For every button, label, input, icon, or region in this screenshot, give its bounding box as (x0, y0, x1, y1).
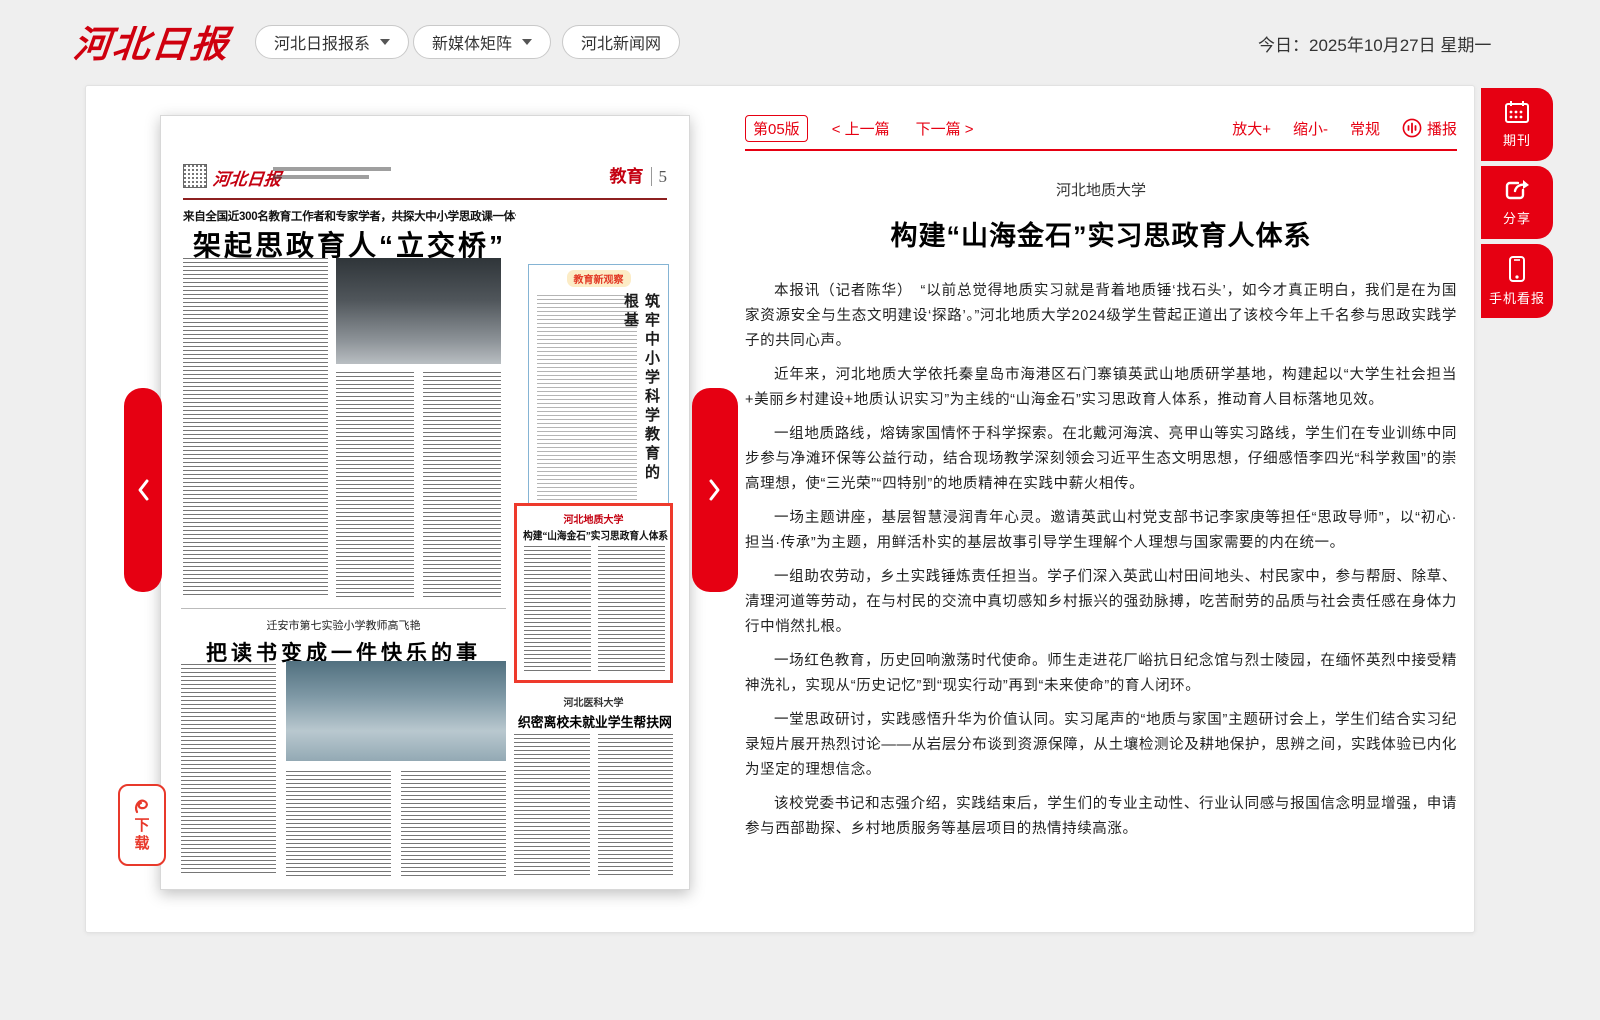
share-icon (1504, 178, 1530, 202)
chevron-down-icon (522, 39, 532, 45)
toolbar-divider (745, 149, 1457, 151)
highlighted-article[interactable]: 河北地质大学 构建“山海金石”实习思政育人体系 (514, 503, 673, 683)
text-lines (181, 664, 276, 876)
text-lines (598, 546, 665, 674)
article-paragraph: 一组助农劳动，乡土实践锤炼责任担当。学子们深入英武山村田间地头、村民家中，参与帮… (745, 565, 1457, 640)
second-article[interactable]: 河北医科大学 织密离校未就业学生帮扶网 (514, 694, 673, 879)
normal-size-button[interactable]: 常规 (1350, 118, 1380, 139)
zoom-in-button[interactable]: 放大+ (1232, 118, 1271, 139)
text-lines (537, 295, 637, 503)
site-logo[interactable]: 河北日报 (71, 14, 233, 68)
article-pane: 第05版 < 上一篇 下一篇 > 放大+ 缩小- 常规 播报 河北地质大学 构建… (745, 113, 1457, 851)
bottom-article-photo (286, 661, 506, 761)
nav-dropdown-label: 河北日报报系 (274, 30, 370, 54)
previous-page-button[interactable] (124, 388, 162, 592)
highlighted-article-kicker: 河北地质大学 (517, 511, 670, 526)
rail-button-share[interactable]: 分享 (1481, 166, 1553, 239)
nav-dropdown-new-media[interactable]: 新媒体矩阵 (413, 25, 551, 59)
chevron-left-icon (136, 478, 150, 502)
nav-link-hebei-news[interactable]: 河北新闻网 (562, 25, 680, 59)
newspaper-page-thumbnail[interactable]: 河北日报 教育5 来自全国近300名教育工作者和专家学者，共探大中小学思政课一体… (160, 115, 690, 890)
text-lines (423, 372, 501, 598)
audio-broadcast-icon (1402, 118, 1422, 138)
zoom-out-button[interactable]: 缩小- (1293, 118, 1328, 139)
right-column-article[interactable]: 教育新观察 筑牢中小学科学教育的根基 (528, 264, 669, 512)
lead-article-kicker: 来自全国近300名教育工作者和专家学者，共探大中小学思政课一体化改革新路径 (183, 208, 516, 224)
highlighted-article-title: 构建“山海金石”实习思政育人体系 (523, 528, 664, 543)
rail-button-label: 分享 (1503, 208, 1531, 227)
download-label: 下载 (134, 817, 150, 853)
article-paragraph: 近年来，河北地质大学依托秦皇岛市海港区石门寨镇英武山地质研学基地，构建起以“大学… (745, 363, 1457, 413)
text-lines (598, 734, 673, 876)
today-date: 今日：2025年10月27日 星期一 (1258, 31, 1491, 56)
article-paragraph: 本报讯（记者陈华） “以前总觉得地质实习就是背着地质锤‘找石头’，如今才真正明白… (745, 279, 1457, 354)
rail-button-issues[interactable]: 期刊 (1481, 88, 1553, 161)
pdf-swirl-icon (132, 797, 152, 815)
article-paragraph: 一组地质路线，熔铸家国情怀于科学探索。在北戴河海滨、亮甲山等实习路线，学生们在专… (745, 422, 1457, 497)
phone-icon (1508, 256, 1526, 282)
edition-badge[interactable]: 第05版 (745, 115, 808, 142)
second-article-title: 织密离校未就业学生帮扶网 (518, 711, 669, 731)
rail-button-label: 手机看报 (1489, 288, 1545, 307)
qr-code (183, 164, 207, 188)
second-article-kicker: 河北医科大学 (514, 694, 673, 709)
page: 河北日报 河北日报报系 新媒体矩阵 河北新闻网 今日：2025年10月27日 星… (0, 0, 1600, 1020)
lead-article-photo (336, 258, 501, 364)
nav-dropdown-paper-series[interactable]: 河北日报报系 (255, 25, 409, 59)
article-title: 构建“山海金石”实习思政育人体系 (745, 214, 1457, 253)
page-number: 5 (651, 167, 668, 186)
previous-article-link[interactable]: < 上一篇 (832, 118, 890, 139)
text-lines (524, 546, 591, 674)
masthead-rule (183, 198, 667, 200)
text-lines (336, 372, 414, 598)
nav-link-label: 河北新闻网 (581, 30, 661, 54)
article-paragraph: 该校党委书记和志强介绍，实践结束后，学生们的专业主动性、行业认同感与报国信念明显… (745, 792, 1457, 842)
next-article-link[interactable]: 下一篇 > (916, 118, 974, 139)
nav-dropdown-label: 新媒体矩阵 (432, 30, 512, 54)
masthead-meta-lines (273, 167, 393, 183)
article-paragraph: 一场红色教育，历史回响激荡时代使命。师生走进花厂峪抗日纪念馆与烈士陵园，在缅怀英… (745, 649, 1457, 699)
article-body: 本报讯（记者陈华） “以前总觉得地质实习就是背着地质锤‘找石头’，如今才真正明白… (745, 279, 1457, 842)
text-lines (286, 771, 391, 876)
article-kicker: 河北地质大学 (745, 179, 1457, 200)
broadcast-label: 播报 (1427, 118, 1457, 139)
column-badge: 教育新观察 (567, 270, 631, 287)
rail-button-label: 期刊 (1503, 130, 1531, 149)
text-lines (514, 734, 590, 876)
section-label: 教育5 (610, 162, 668, 187)
chevron-right-icon (708, 478, 722, 502)
text-lines (183, 258, 328, 598)
calendar-icon (1504, 100, 1530, 124)
article-paragraph: 一场主题讲座，基层智慧浸润青年心灵。邀请英武山村党支部书记李家庚等担任“思政导师… (745, 506, 1457, 556)
next-page-button[interactable] (692, 388, 738, 592)
bottom-article[interactable]: 迁安市第七实验小学教师高飞艳 把读书变成一件快乐的事 (181, 608, 506, 881)
bottom-article-kicker: 迁安市第七实验小学教师高飞艳 (181, 617, 506, 633)
paper-masthead-logo: 河北日报 (212, 165, 283, 190)
article-paragraph: 一堂思政研讨，实践感悟升华为价值认同。实习尾声的“地质与家国”主题研讨会上，学生… (745, 708, 1457, 783)
chevron-down-icon (380, 39, 390, 45)
download-pdf-button[interactable]: 下载 (118, 784, 166, 866)
text-lines (401, 771, 506, 876)
article-toolbar: 第05版 < 上一篇 下一篇 > 放大+ 缩小- 常规 播报 (745, 113, 1457, 143)
rail-button-mobile[interactable]: 手机看报 (1481, 244, 1553, 318)
broadcast-button[interactable]: 播报 (1402, 118, 1457, 139)
